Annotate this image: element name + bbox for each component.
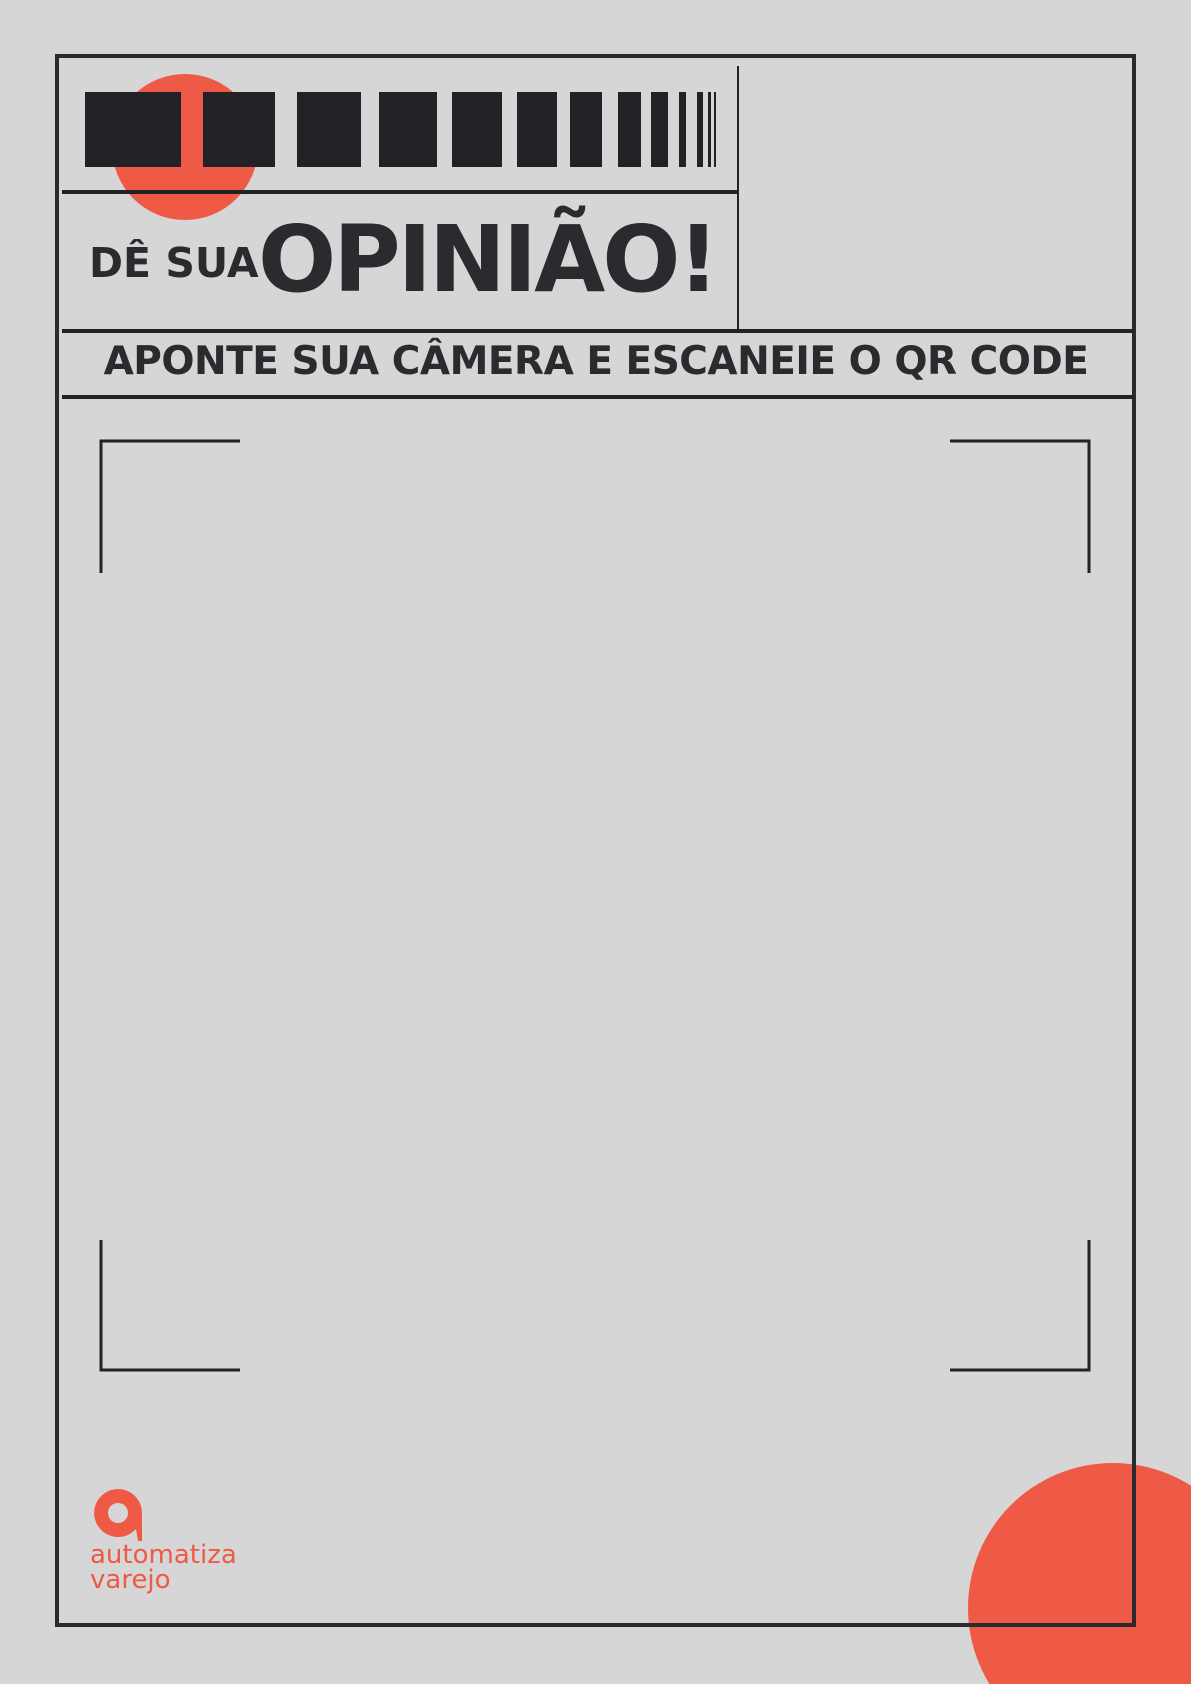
brand-wordmark: automatiza varejo xyxy=(90,1542,237,1595)
header-bottom-rule xyxy=(62,329,1134,333)
accent-circle-bottom xyxy=(968,1463,1191,1684)
page-title: OPINIÃO! xyxy=(258,206,719,313)
frame-bottom-over-circle xyxy=(968,1623,1136,1627)
subtitle-text: DÊ SUA xyxy=(89,239,259,287)
scan-corner-top-left xyxy=(99,439,240,573)
scan-corner-bottom-right xyxy=(950,1240,1091,1372)
scan-corner-top-right xyxy=(950,439,1091,573)
brand-line-2: varejo xyxy=(90,1565,171,1595)
instruction-text: APONTE SUA CÂMERA E ESCANEIE O QR CODE xyxy=(103,339,1089,384)
instruction-bottom-rule xyxy=(62,395,1134,399)
automatiza-logo-icon xyxy=(94,1489,142,1541)
qr-scan-area xyxy=(99,439,1091,1372)
header-divider xyxy=(737,66,739,330)
barcode-underline xyxy=(62,190,739,194)
frame-edge-over-circle xyxy=(1132,1463,1136,1627)
scan-corner-bottom-left xyxy=(99,1240,240,1372)
